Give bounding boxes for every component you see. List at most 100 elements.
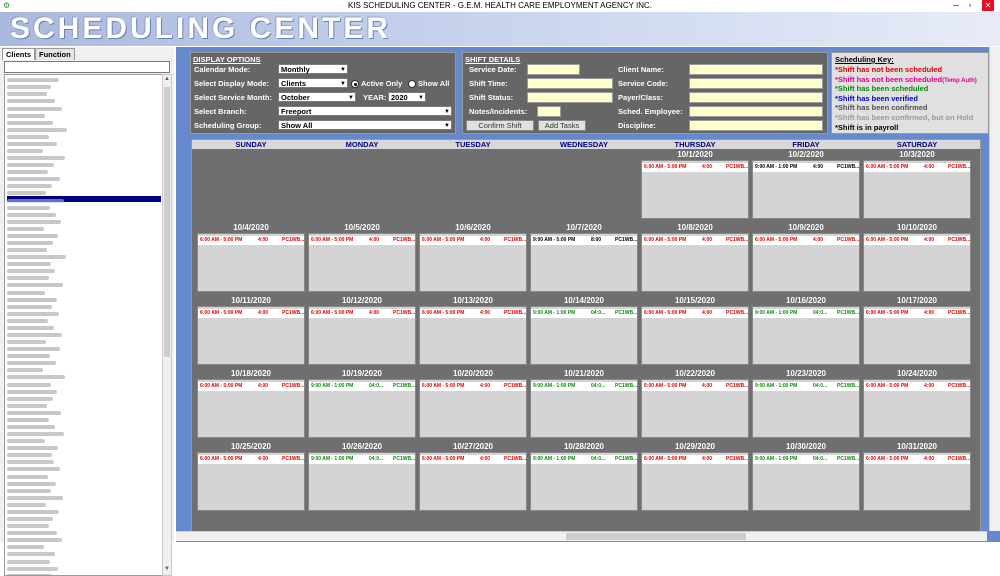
client-list-item[interactable] (7, 528, 161, 536)
calendar-day-box[interactable]: 6:00 AM - 5:00 PM 4:00 PC1WB... (641, 452, 749, 511)
calendar-day-box[interactable]: 6:00 AM - 5:00 PM 4:00 PC1WB... (197, 379, 305, 438)
calendar-day-box[interactable]: 9:00 AM - 1:00 PM 04:0... PC1WB... (530, 379, 638, 438)
payer-class-field[interactable] (689, 92, 823, 103)
client-list-item[interactable] (7, 380, 161, 387)
client-list-item[interactable] (7, 372, 161, 380)
client-list-item[interactable] (7, 217, 161, 224)
shift-entry[interactable]: 6:00 AM - 5:00 PM 4:00 PC1WB... (864, 309, 970, 318)
calendar-day[interactable]: 10/2/2020 9:00 AM - 1:00 PM 4:00 PC1WB... (751, 150, 861, 219)
client-list-item[interactable] (7, 75, 161, 83)
calendar-day-box[interactable]: 9:00 AM - 1:00 PM 04:0... PC1WB... (752, 379, 860, 438)
calendar-day-box[interactable]: 6:00 AM - 5:00 PM 4:00 PC1WB... (641, 306, 749, 365)
client-list-item[interactable] (7, 203, 161, 210)
calendar-day-box[interactable]: 6:00 AM - 5:00 PM 4:00 PC1WB... (197, 306, 305, 365)
calendar-day[interactable]: 10/17/2020 6:00 AM - 5:00 PM 4:00 PC1WB... (862, 296, 972, 365)
tab-function[interactable]: Function (35, 48, 75, 60)
calendar-day-box[interactable]: 6:00 AM - 5:00 PM 4:00 PC1WB... (641, 160, 749, 219)
calendar-day-box[interactable]: 6:00 AM - 5:00 PM 4:00 PC1WB... (641, 379, 749, 438)
client-list-item[interactable] (7, 330, 161, 337)
client-list-item[interactable] (7, 493, 161, 500)
client-list-item[interactable] (7, 273, 161, 281)
calendar-day-box[interactable]: 6:00 AM - 5:00 PM 4:00 PC1WB... (752, 233, 860, 292)
client-list-item[interactable] (7, 323, 161, 330)
shift-entry[interactable]: 6:00 AM - 5:00 PM 4:00 PC1WB... (198, 382, 304, 391)
client-list-item[interactable] (7, 564, 161, 571)
client-list-item[interactable] (7, 549, 161, 557)
client-list-item[interactable] (7, 542, 161, 550)
shift-entry[interactable]: 6:00 AM - 5:00 PM 4:00 PC1WB... (864, 236, 970, 245)
shift-entry[interactable]: 6:00 AM - 5:00 PM 4:00 PC1WB... (420, 309, 526, 318)
client-list-item[interactable] (7, 514, 161, 522)
sched-employee-field[interactable] (689, 106, 823, 117)
client-list-item[interactable] (7, 429, 161, 437)
service-date-field[interactable] (527, 64, 580, 75)
client-list-item[interactable] (7, 288, 161, 295)
client-list-item[interactable] (7, 280, 161, 288)
client-list-item[interactable] (7, 394, 161, 401)
client-list-item[interactable] (7, 252, 161, 260)
confirm-shift-button[interactable]: Confirm Shift (466, 120, 534, 131)
calendar-day[interactable]: 10/18/2020 6:00 AM - 5:00 PM 4:00 PC1WB... (196, 369, 306, 438)
calendar-day-box[interactable]: 6:00 AM - 5:00 PM 4:00 PC1WB... (641, 233, 749, 292)
client-list-item[interactable] (7, 443, 161, 451)
client-list-item[interactable] (7, 337, 161, 345)
tab-clients[interactable]: Clients (2, 48, 36, 60)
shift-entry[interactable]: 9:00 AM - 1:00 PM 04:0... PC1WB... (531, 309, 637, 318)
client-list-item[interactable] (7, 195, 161, 203)
notes-field[interactable] (537, 106, 561, 117)
group-select[interactable]: Show All ▼ (278, 120, 452, 130)
calendar-day-box[interactable]: 9:00 AM - 1:00 PM 04:0... PC1WB... (752, 452, 860, 511)
client-list-item[interactable] (7, 344, 161, 352)
shift-entry[interactable]: 9:00 AM - 1:00 PM 04:0... PC1WB... (531, 455, 637, 464)
maximize-button[interactable]: ▫ (964, 0, 976, 11)
client-list-item[interactable] (7, 472, 161, 479)
calendar-day[interactable]: 10/7/2020 9:00 AM - 5:00 PM 8:00 PC1WB... (529, 223, 639, 292)
client-list-item[interactable] (7, 464, 161, 472)
active-only-radio[interactable]: Active Only (351, 79, 402, 89)
calendar-day[interactable]: 10/29/2020 6:00 AM - 5:00 PM 4:00 PC1WB... (640, 442, 750, 511)
client-list-item[interactable] (7, 479, 161, 486)
shift-entry[interactable]: 6:00 AM - 5:00 PM 4:00 PC1WB... (420, 382, 526, 391)
client-list-item[interactable] (7, 139, 161, 146)
client-list-item[interactable] (7, 302, 161, 309)
discipline-field[interactable] (689, 120, 823, 131)
calendar-day[interactable]: 10/12/2020 6:00 AM - 5:00 PM 4:00 PC1WB... (307, 296, 417, 365)
client-list-item[interactable] (7, 238, 161, 245)
calendar-day[interactable]: 10/20/2020 6:00 AM - 5:00 PM 4:00 PC1WB... (418, 369, 528, 438)
client-list-item[interactable] (7, 146, 161, 153)
client-list-item[interactable] (7, 82, 161, 90)
shift-entry[interactable]: 6:00 AM - 5:00 PM 4:00 PC1WB... (642, 309, 748, 318)
year-select[interactable]: 2020 ▼ (388, 92, 426, 102)
client-list-item[interactable] (7, 521, 161, 529)
calendar-day[interactable]: 10/31/2020 6:00 AM - 5:00 PM 4:00 PC1WB... (862, 442, 972, 511)
calendar-day[interactable]: 10/16/2020 9:00 AM - 1:00 PM 04:0... PC1WB.… (751, 296, 861, 365)
client-list-item[interactable] (7, 387, 161, 394)
shift-entry[interactable]: 9:00 AM - 1:00 PM 04:0... PC1WB... (309, 382, 415, 391)
shift-entry[interactable]: 6:00 AM - 5:00 PM 4:00 PC1WB... (864, 455, 970, 464)
calendar-day[interactable]: 10/30/2020 9:00 AM - 1:00 PM 04:0... PC1WB.… (751, 442, 861, 511)
scroll-up-icon[interactable]: ▲ (163, 75, 171, 83)
calendar-day[interactable]: 10/6/2020 6:00 AM - 5:00 PM 4:00 PC1WB... (418, 223, 528, 292)
calendar-day-box[interactable]: 6:00 AM - 5:00 PM 4:00 PC1WB... (308, 233, 416, 292)
main-horizontal-scrollbar[interactable] (176, 531, 987, 541)
shift-entry[interactable]: 6:00 AM - 5:00 PM 4:00 PC1WB... (420, 236, 526, 245)
calendar-day[interactable]: 10/4/2020 6:00 AM - 5:00 PM 4:00 PC1WB... (196, 223, 306, 292)
calendar-day-box[interactable]: 6:00 AM - 5:00 PM 4:00 PC1WB... (419, 379, 527, 438)
calendar-day[interactable]: 10/5/2020 6:00 AM - 5:00 PM 4:00 PC1WB... (307, 223, 417, 292)
calendar-day[interactable]: 10/26/2020 9:00 AM - 1:00 PM 04:0... PC1WB.… (307, 442, 417, 511)
scroll-down-icon[interactable]: ▼ (163, 565, 171, 573)
scrollbar-thumb[interactable] (566, 533, 746, 540)
calendar-day-box[interactable]: 6:00 AM - 5:00 PM 4:00 PC1WB... (419, 306, 527, 365)
client-list-item[interactable] (7, 231, 161, 238)
calendar-day-box[interactable]: 9:00 AM - 1:00 PM 04:0... PC1WB... (308, 452, 416, 511)
client-list-item[interactable] (7, 167, 161, 175)
calendar-day[interactable]: 10/21/2020 9:00 AM - 1:00 PM 04:0... PC1WB.… (529, 369, 639, 438)
calendar-day[interactable]: 10/10/2020 6:00 AM - 5:00 PM 4:00 PC1WB... (862, 223, 972, 292)
client-list-item[interactable] (7, 224, 161, 231)
shift-entry[interactable]: 9:00 AM - 1:00 PM 04:0... PC1WB... (753, 455, 859, 464)
calendar-day-box[interactable]: 9:00 AM - 1:00 PM 04:0... PC1WB... (752, 306, 860, 365)
client-list-item[interactable] (7, 309, 161, 316)
calendar-day[interactable]: 10/8/2020 6:00 AM - 5:00 PM 4:00 PC1WB... (640, 223, 750, 292)
shift-time-field[interactable] (527, 78, 613, 89)
calendar-day[interactable]: 10/22/2020 6:00 AM - 5:00 PM 4:00 PC1WB... (640, 369, 750, 438)
